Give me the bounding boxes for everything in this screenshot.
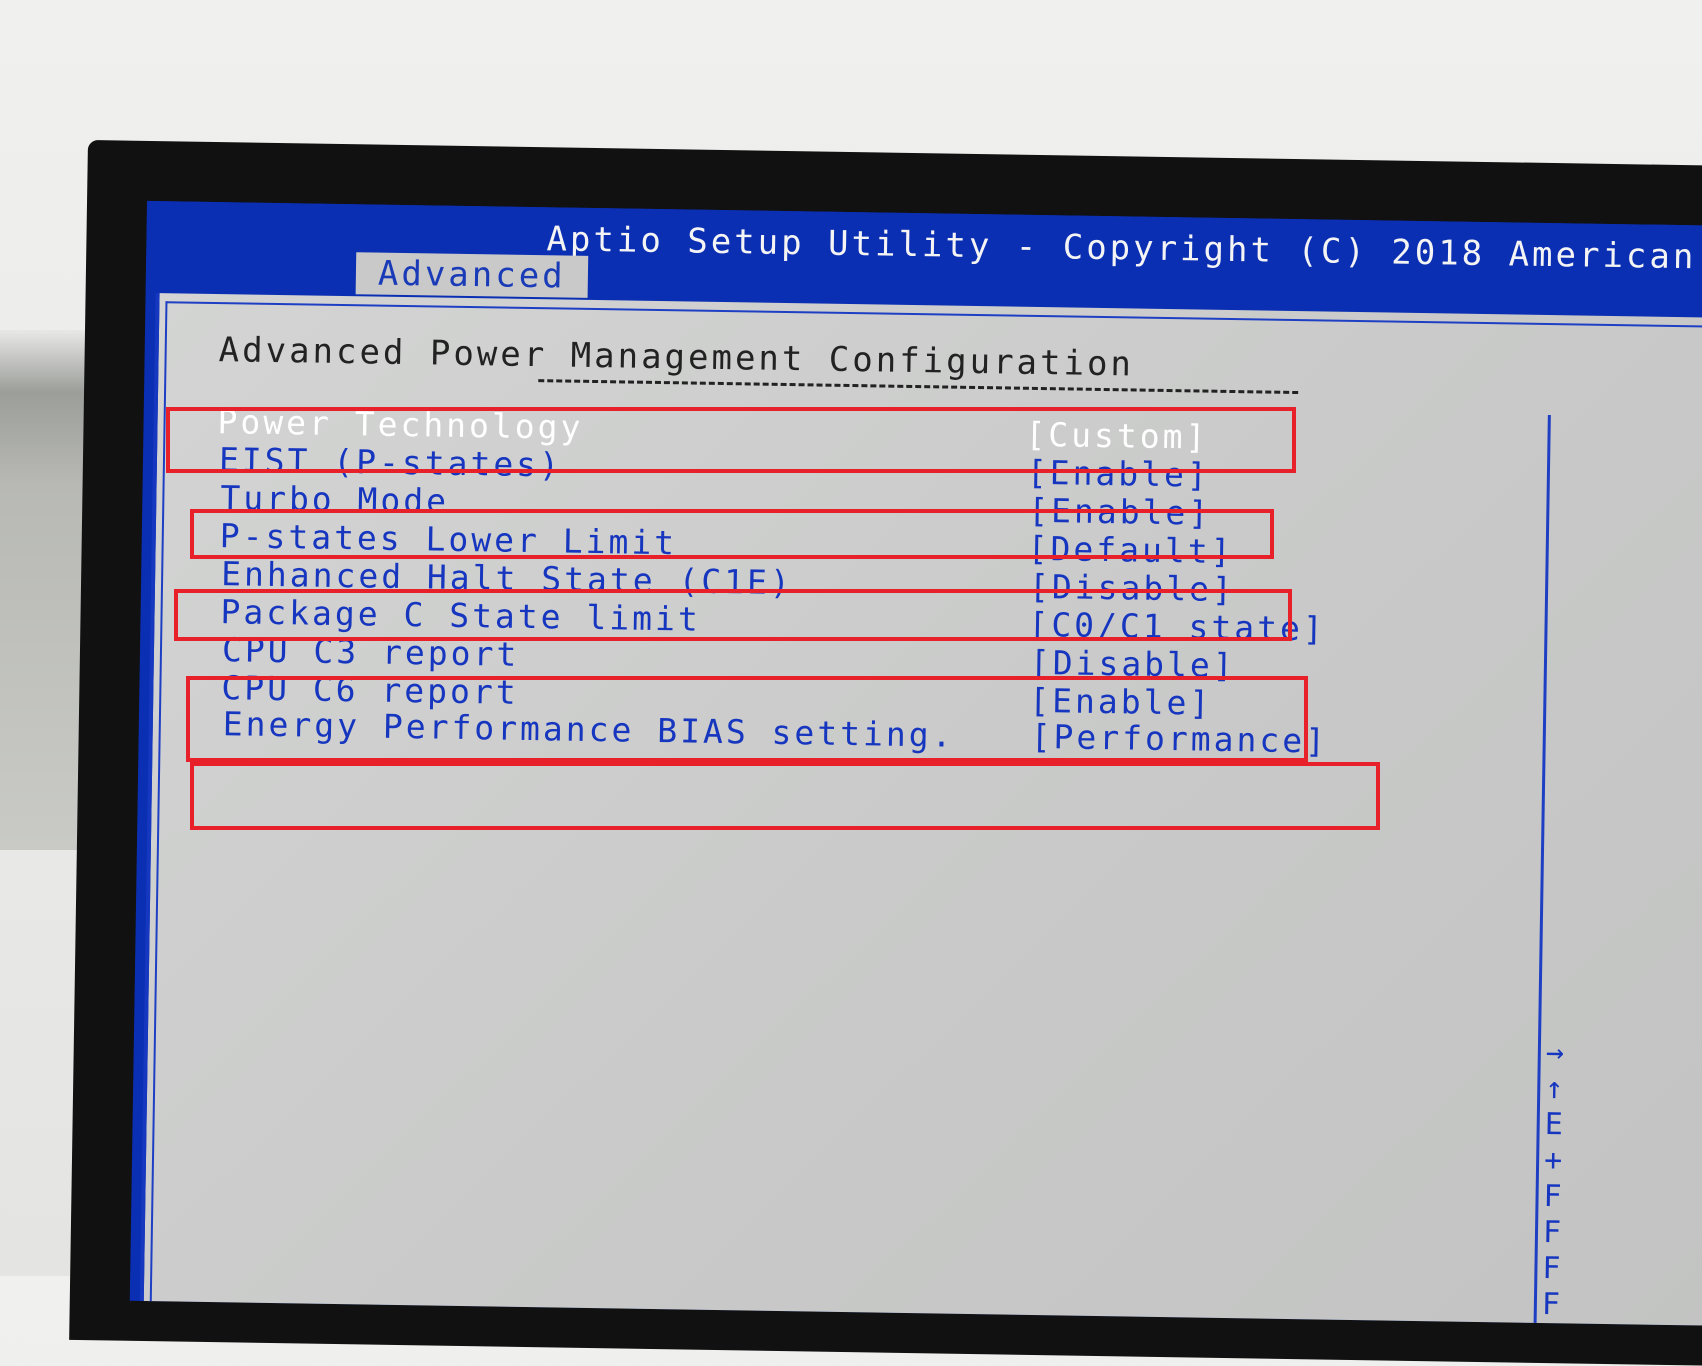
help-key: + [1543,1143,1563,1179]
help-key: → [1545,1035,1565,1071]
help-key: F [1542,1214,1562,1251]
help-keys: → ↑ E + F F F F ES [1541,1035,1582,1326]
help-key: E [1544,1107,1564,1143]
help-key: F [1543,1178,1562,1215]
help-key: F [1541,1286,1561,1323]
annotation-box-power-technology [166,407,1296,473]
annotation-box-c1e [174,589,1292,641]
help-key: F [1542,1250,1561,1287]
annotation-box-cpu-c-reports [186,676,1308,762]
help-key: ES [1541,1323,1578,1326]
help-key: ↑ [1545,1071,1564,1107]
annotation-box-energy-bias [190,762,1380,830]
annotation-box-turbo-mode [190,509,1274,559]
bios-title: Aptio Setup Utility - Copyright (C) 2018… [546,219,1697,278]
tab-advanced[interactable]: Advanced [355,252,589,298]
